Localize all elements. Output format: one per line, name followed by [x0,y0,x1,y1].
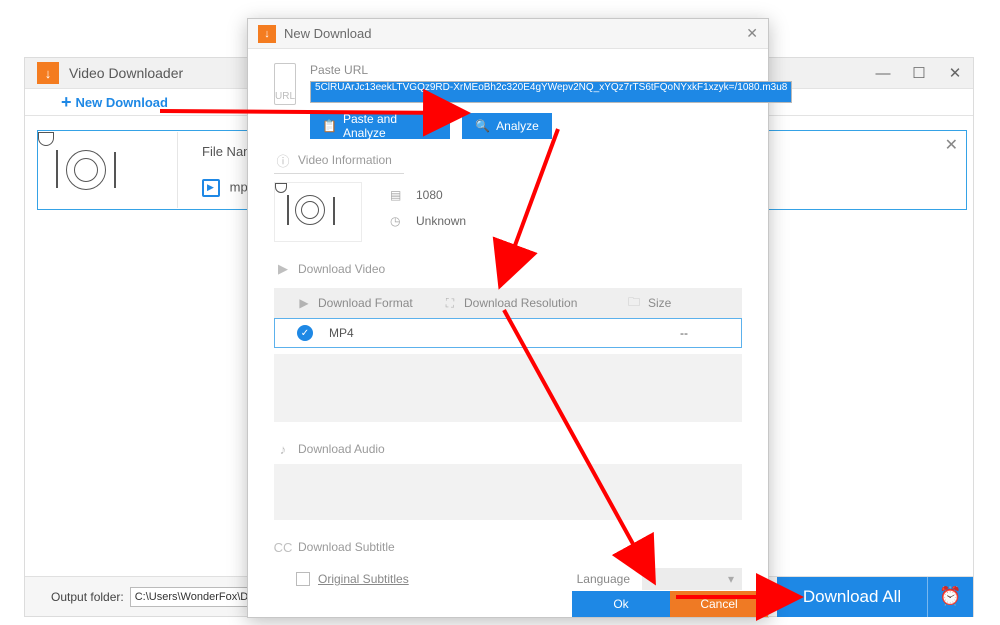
subtitle-row: Original Subtitles Language ▾ [274,568,742,590]
dialog-logo-icon: ↓ [258,25,276,43]
resolution-value: 1080 [416,188,443,202]
remove-item-button[interactable]: ✕ [945,135,958,155]
download-video-header: ▶ Download Video [274,260,742,278]
original-subtitles-checkbox[interactable] [296,572,310,586]
url-input[interactable]: 5ClRUArJc13eekLTVGQz9RD-XrMEoBh2c320E4gY… [310,81,792,103]
video-information-label: Video Information [298,153,392,167]
video-format-empty-area [274,354,742,422]
col-size: Size [648,296,671,310]
analyze-label: Analyze [496,119,539,133]
video-info-thumbnail [274,182,362,242]
placeholder-image-icon [275,183,361,241]
item-thumbnail [38,132,178,208]
dialog-body: URL Paste URL 5ClRUArJc13eekLTVGQz9RD-Xr… [248,49,768,590]
download-all-button[interactable]: Download All [777,577,927,617]
video-icon: ▶ [274,260,292,278]
dialog-footer: Ok Cancel [248,591,768,617]
url-button-row: 📋 Paste and Analyze 🔍 Analyze [310,113,792,139]
divider [274,173,404,174]
row-size: -- [627,326,741,340]
analyze-button[interactable]: 🔍 Analyze [462,113,552,139]
resolution-column-icon: ⛶ [442,296,458,311]
video-info-meta: ▤ 1080 ◷ Unknown [390,182,466,242]
download-audio-header: ♪ Download Audio [274,440,742,458]
new-download-button[interactable]: + New Download [61,92,168,113]
url-icon: URL [274,63,296,105]
download-subtitle-label: Download Subtitle [298,540,395,554]
maximize-button[interactable]: ☐ [901,58,937,88]
format-row[interactable]: ✓ MP4 -- [274,318,742,348]
info-icon: ⓘ [274,151,292,169]
format-table-header: ▶ Download Format ⛶ Download Resolution 🗀 S… [274,288,742,318]
close-button[interactable]: ✕ [937,58,973,88]
app-logo-icon: ↓ [37,62,59,84]
audio-icon: ♪ [274,440,292,458]
format-icon: ▶ [296,296,312,310]
new-download-dialog: ↓ New Download ✕ URL Paste URL 5ClRUArJc… [247,18,769,618]
search-icon: 🔍 [475,119,490,133]
clock-icon: ◷ [390,214,408,228]
duration-value: Unknown [416,214,466,228]
audio-empty-area [274,464,742,520]
col-resolution: Download Resolution [464,296,577,310]
clipboard-icon: 📋 [322,119,337,133]
paste-and-analyze-button[interactable]: 📋 Paste and Analyze [310,113,450,139]
placeholder-image-icon [38,132,177,208]
window-controls: — ☐ ✕ [865,58,973,88]
resolution-icon: ▤ [390,188,408,202]
language-select[interactable]: ▾ [642,568,742,590]
language-label: Language [577,572,630,586]
subtitle-icon: CC [274,538,292,556]
video-info-block: ▤ 1080 ◷ Unknown [274,182,742,242]
cancel-button[interactable]: Cancel [670,591,768,617]
scheduler-button[interactable]: ⏰ [927,577,973,617]
minimize-button[interactable]: — [865,58,901,88]
url-row: URL Paste URL 5ClRUArJc13eekLTVGQz9RD-Xr… [274,63,742,139]
dialog-close-button[interactable]: ✕ [746,25,758,42]
download-subtitle-header: CC Download Subtitle [274,538,742,556]
original-subtitles-label[interactable]: Original Subtitles [318,572,409,586]
download-audio-label: Download Audio [298,442,385,456]
plus-icon: + [61,92,72,113]
col-format: Download Format [318,296,413,310]
new-download-label: New Download [76,95,168,110]
paste-and-analyze-label: Paste and Analyze [343,112,438,140]
check-icon: ✓ [297,325,313,341]
video-format-icon [202,179,220,197]
output-folder-label: Output folder: [51,590,124,604]
app-title: Video Downloader [69,65,183,81]
dialog-titlebar: ↓ New Download ✕ [248,19,768,49]
ok-button[interactable]: Ok [572,591,670,617]
row-format: MP4 [329,326,354,340]
video-information-header: ⓘ Video Information [274,151,742,169]
download-video-label: Download Video [298,262,385,276]
dialog-title: New Download [284,26,371,41]
size-icon: 🗀 [626,293,642,314]
paste-url-label: Paste URL [310,63,792,77]
